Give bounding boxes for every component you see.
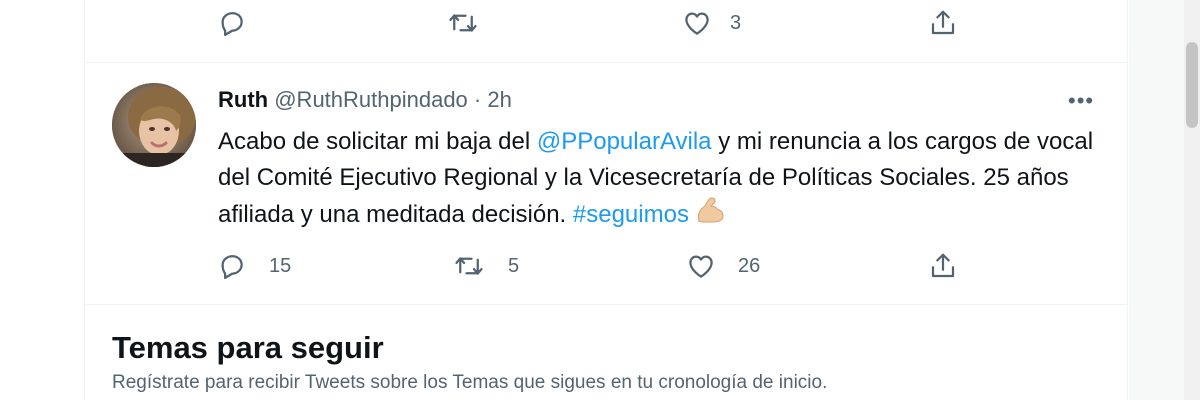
share-button[interactable]	[928, 3, 958, 43]
share-icon	[931, 10, 955, 35]
flexed-biceps-emoji	[695, 196, 725, 237]
reply-count: 15	[269, 254, 292, 277]
hashtag-link[interactable]: #seguimos	[573, 201, 689, 228]
reply-button[interactable]	[217, 3, 269, 43]
retweet-icon	[449, 14, 477, 32]
reply-icon	[221, 255, 243, 279]
divider	[84, 304, 1128, 305]
retweet-count: 5	[508, 254, 520, 277]
share-button[interactable]	[928, 246, 958, 286]
share-icon	[931, 253, 955, 278]
heart-icon	[689, 255, 713, 278]
retweet-button[interactable]	[448, 3, 500, 43]
tweet-header: Ruth @RuthRuthpindado · 2h	[218, 87, 512, 113]
divider	[84, 62, 1128, 63]
avatar[interactable]	[112, 83, 196, 167]
like-count: 3	[730, 11, 742, 34]
topics-description: Regístrate para recibir Tweets sobre los…	[112, 372, 828, 393]
like-button[interactable]: 26	[686, 246, 760, 286]
more-options-button[interactable]: •••	[1068, 88, 1094, 114]
author-name[interactable]: Ruth	[218, 87, 268, 112]
left-gutter	[0, 0, 84, 400]
reply-icon	[221, 12, 243, 36]
retweet-icon	[455, 257, 483, 275]
avatar-photo	[112, 83, 196, 167]
mention-link[interactable]: @PPopularAvila	[537, 128, 712, 155]
scrollbar-thumb[interactable]	[1186, 42, 1198, 128]
separator: ·	[473, 87, 482, 112]
tweet-text: Acabo de solicitar mi baja del @PPopular…	[218, 124, 1108, 237]
retweet-button[interactable]: 5	[454, 246, 519, 286]
tweet-time[interactable]: 2h	[487, 87, 511, 112]
like-count: 26	[738, 254, 761, 277]
previous-tweet-actions: 3	[84, 3, 1128, 43]
tweet-text-part1: Acabo de solicitar mi baja del	[218, 128, 537, 155]
reply-button[interactable]: 15	[217, 246, 291, 286]
author-handle[interactable]: @RuthRuthpindado	[274, 87, 468, 112]
like-button[interactable]: 3	[682, 3, 741, 43]
heart-icon	[685, 12, 709, 35]
tweet-actions: 15 5 26	[84, 246, 1128, 286]
topics-title: Temas para seguir	[112, 330, 384, 365]
